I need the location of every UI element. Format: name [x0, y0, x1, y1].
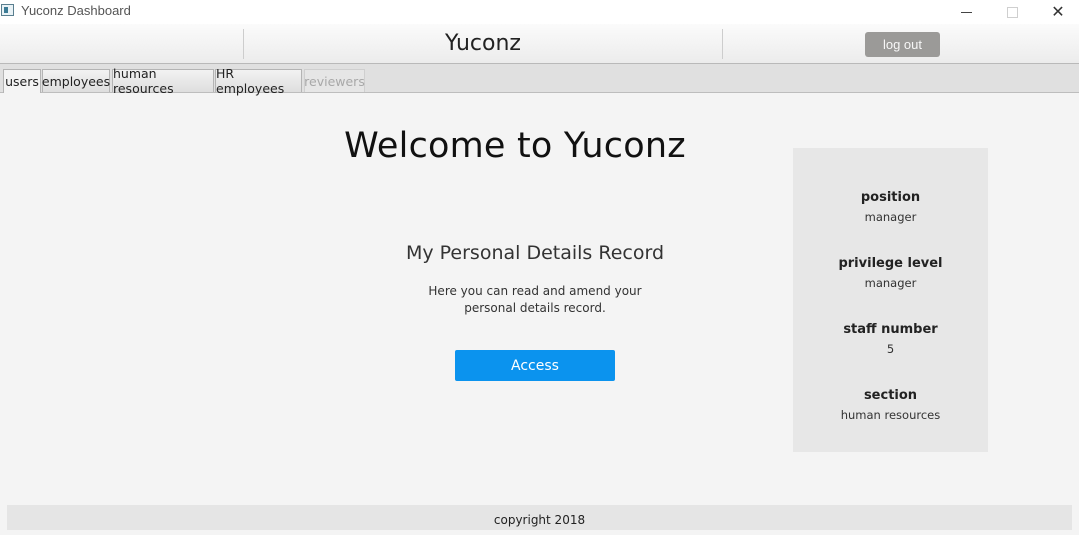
maximize-button[interactable] [989, 0, 1035, 24]
welcome-heading: Welcome to Yuconz [344, 126, 686, 166]
record-title: My Personal Details Record [405, 242, 665, 264]
brand-title: Yuconz [445, 31, 521, 56]
record-description-line: Here you can read and amend your [428, 284, 642, 298]
info-position: position manager [793, 190, 988, 224]
info-privilege: privilege level manager [793, 256, 988, 290]
section-value: human resources [840, 408, 941, 422]
position-label: position [860, 190, 921, 205]
record-description-line: personal details record. [464, 301, 606, 315]
privilege-value: manager [864, 276, 917, 290]
access-button[interactable]: Access [455, 350, 615, 381]
staff-number-value: 5 [886, 342, 895, 356]
app-header: Yuconz log out [0, 24, 1079, 64]
minimize-button[interactable] [943, 0, 989, 24]
section-label: section [863, 388, 918, 403]
info-staff-number: staff number 5 [793, 322, 988, 356]
app-icon [1, 4, 14, 16]
minimize-icon [960, 11, 972, 13]
tab-users[interactable]: users [3, 69, 41, 93]
close-button[interactable]: ✕ [1035, 0, 1079, 24]
record-description: Here you can read and amend your persona… [420, 283, 650, 317]
footer: copyright 2018 [7, 505, 1072, 530]
tab-bar: users employees human resources HR emplo… [0, 64, 1079, 96]
window-titlebar: Yuconz Dashboard ✕ [0, 0, 1079, 24]
copyright-text: copyright 2018 [493, 513, 586, 527]
position-value: manager [864, 210, 917, 224]
tab-employees[interactable]: employees [42, 69, 110, 92]
header-divider [722, 29, 723, 59]
info-section: section human resources [793, 388, 988, 422]
staff-number-label: staff number [843, 322, 938, 337]
tab-hr-employees[interactable]: HR employees [215, 66, 302, 96]
tab-human-resources[interactable]: human resources [112, 66, 214, 96]
tab-reviewers: reviewers [304, 69, 365, 92]
logout-button[interactable]: log out [865, 32, 940, 57]
user-info-panel: position manager privilege level manager… [793, 148, 988, 452]
close-icon: ✕ [1051, 4, 1065, 21]
privilege-label: privilege level [838, 256, 943, 271]
window-title: Yuconz Dashboard [21, 3, 131, 18]
maximize-icon [1006, 6, 1018, 18]
